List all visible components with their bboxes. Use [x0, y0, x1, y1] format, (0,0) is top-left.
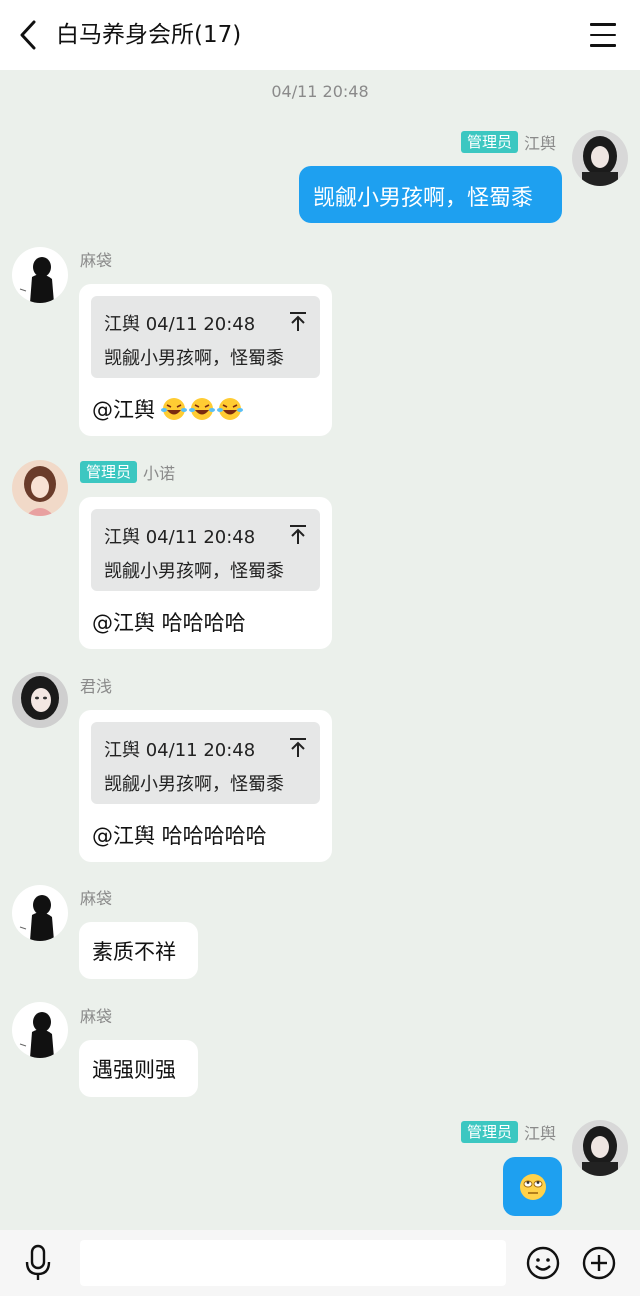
avatar[interactable]	[12, 460, 68, 516]
avatar[interactable]	[572, 130, 628, 186]
input-bar	[0, 1230, 640, 1296]
avatar[interactable]	[12, 1002, 68, 1058]
sender-line: 麻袋	[80, 247, 112, 271]
admin-badge: 管理员	[460, 1121, 518, 1143]
message-input[interactable]	[80, 1240, 506, 1286]
message-text: 觊觎小男孩啊，怪蜀黍	[313, 186, 534, 211]
sender-name: 小诺	[143, 464, 176, 483]
plus-circle-icon[interactable]	[582, 1246, 616, 1280]
quoted-message[interactable]: 江舆 04/11 20:48 觊觎小男孩啊，怪蜀黍	[91, 509, 320, 591]
reply-bubble[interactable]: 江舆 04/11 20:48 觊觎小男孩啊，怪蜀黍 @江舆	[79, 284, 332, 436]
message-text: 遇强则强	[92, 1058, 176, 1082]
sender-name: 江舆	[523, 1124, 556, 1143]
reply-text: @江舆 哈哈哈哈哈	[92, 824, 267, 848]
reply-text: @江舆 哈哈哈哈	[92, 611, 246, 635]
hamburger-menu-icon[interactable]	[590, 23, 616, 47]
laughing-tears-emoji-icon	[161, 397, 243, 421]
reply-bubble[interactable]: 江舆 04/11 20:48 觊觎小男孩啊，怪蜀黍 @江舆 哈哈哈哈哈	[79, 710, 332, 862]
quote-author-time: 江舆 04/11 20:48	[104, 527, 256, 548]
jump-to-message-icon[interactable]	[288, 523, 308, 545]
sender-name: 麻袋	[80, 889, 113, 908]
avatar[interactable]	[12, 672, 68, 728]
quoted-message[interactable]: 江舆 04/11 20:48 觊觎小男孩啊，怪蜀黍	[91, 722, 320, 804]
message-timestamp: 04/11 20:48	[271, 82, 369, 101]
jump-to-message-icon[interactable]	[288, 310, 308, 332]
sender-name: 麻袋	[80, 251, 113, 270]
sender-line: 麻袋	[80, 885, 112, 909]
sender-line: 君浅	[80, 673, 112, 697]
sender-line: 管理员 小诺	[80, 460, 175, 484]
quote-author-time: 江舆 04/11 20:48	[104, 314, 256, 335]
message-bubble[interactable]	[503, 1157, 562, 1216]
avatar[interactable]	[12, 885, 68, 941]
jump-to-message-icon[interactable]	[288, 736, 308, 758]
avatar[interactable]	[12, 247, 68, 303]
reply-text-row: @江舆	[92, 394, 243, 424]
chat-header: 白马养身会所(17)	[0, 0, 640, 70]
sender-line: 管理员 江舆	[460, 1120, 556, 1144]
microphone-icon[interactable]	[22, 1244, 54, 1282]
quote-text: 觊觎小男孩啊，怪蜀黍	[104, 348, 284, 369]
chevron-left-icon[interactable]	[14, 19, 42, 51]
message-bubble[interactable]: 素质不祥	[79, 922, 198, 979]
page-title: 白马养身会所(17)	[56, 22, 242, 48]
message-bubble[interactable]: 觊觎小男孩啊，怪蜀黍	[299, 166, 562, 223]
admin-badge: 管理员	[460, 131, 518, 153]
rolling-eyes-emoji-icon	[519, 1173, 546, 1200]
quote-author-time: 江舆 04/11 20:48	[104, 740, 256, 761]
reply-text: @江舆	[92, 398, 155, 422]
sender-line: 麻袋	[80, 1003, 112, 1027]
smiley-icon[interactable]	[526, 1246, 560, 1280]
sender-name: 江舆	[523, 134, 556, 153]
admin-badge: 管理员	[80, 461, 138, 483]
message-bubble[interactable]: 遇强则强	[79, 1040, 198, 1097]
sender-name: 麻袋	[80, 1007, 113, 1026]
quoted-message[interactable]: 江舆 04/11 20:48 觊觎小男孩啊，怪蜀黍	[91, 296, 320, 378]
message-text: 素质不祥	[92, 940, 176, 964]
quote-text: 觊觎小男孩啊，怪蜀黍	[104, 774, 284, 795]
avatar[interactable]	[572, 1120, 628, 1176]
sender-line: 管理员 江舆	[460, 130, 556, 154]
quote-text: 觊觎小男孩啊，怪蜀黍	[104, 561, 284, 582]
reply-bubble[interactable]: 江舆 04/11 20:48 觊觎小男孩啊，怪蜀黍 @江舆 哈哈哈哈	[79, 497, 332, 649]
sender-name: 君浅	[80, 677, 113, 696]
